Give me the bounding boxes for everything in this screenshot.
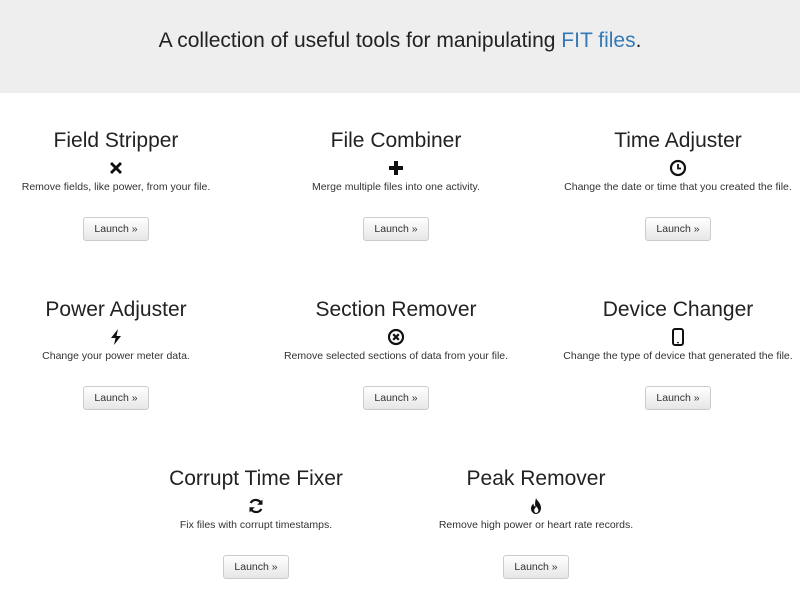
hero-banner: A collection of useful tools for manipul… xyxy=(0,0,800,93)
launch-button-device-changer[interactable]: Launch » xyxy=(645,386,711,410)
launch-button-time-adjuster[interactable]: Launch » xyxy=(645,217,711,241)
tool-title: Power Adjuster xyxy=(45,298,187,321)
tool-peak-remover: Peak Remover Remove high power or heart … xyxy=(420,466,652,579)
lightning-icon xyxy=(107,328,125,346)
tool-description: Merge multiple files into one activity. xyxy=(312,181,480,193)
tool-title: Field Stripper xyxy=(53,129,179,152)
refresh-icon xyxy=(247,497,265,515)
tool-time-adjuster: Time Adjuster Change the date or time th… xyxy=(560,128,796,241)
circle-x-icon xyxy=(387,328,405,346)
launch-button-field-stripper[interactable]: Launch » xyxy=(83,217,149,241)
tool-title: Device Changer xyxy=(602,298,754,321)
tool-title: File Combiner xyxy=(330,129,462,152)
tool-title: Corrupt Time Fixer xyxy=(169,467,343,490)
tool-description: Change the type of device that generated… xyxy=(563,350,793,362)
tool-description: Fix files with corrupt timestamps. xyxy=(179,519,333,531)
hero-suffix: . xyxy=(635,29,642,52)
tool-title: Time Adjuster xyxy=(614,129,742,152)
tool-description: Remove fields, like power, from your fil… xyxy=(21,181,211,193)
tool-power-adjuster: Power Adjuster Change your power meter d… xyxy=(0,297,232,410)
hero-tagline: A collection of useful tools for manipul… xyxy=(0,27,800,55)
tool-file-combiner: File Combiner Merge multiple files into … xyxy=(280,128,512,241)
hero-text: A collection of useful tools for manipul… xyxy=(158,29,562,52)
phone-icon xyxy=(669,328,687,346)
clock-icon xyxy=(669,159,687,177)
remove-x-icon xyxy=(107,159,125,177)
tool-corrupt-time-fixer: Corrupt Time Fixer Fix files with corrup… xyxy=(140,466,372,579)
fire-icon xyxy=(527,497,545,515)
launch-button-power-adjuster[interactable]: Launch » xyxy=(83,386,149,410)
tool-description: Remove selected sections of data from yo… xyxy=(283,350,509,362)
tool-description: Remove high power or heart rate records. xyxy=(438,519,634,531)
launch-button-corrupt-time-fixer[interactable]: Launch » xyxy=(223,555,289,579)
tool-description: Change your power meter data. xyxy=(42,350,190,362)
launch-button-section-remover[interactable]: Launch » xyxy=(363,386,429,410)
plus-icon xyxy=(387,159,405,177)
tool-device-changer: Device Changer Change the type of device… xyxy=(560,297,796,410)
tool-title: Section Remover xyxy=(315,298,477,321)
tool-title: Peak Remover xyxy=(466,467,606,490)
tool-field-stripper: Field Stripper Remove fields, like power… xyxy=(0,128,232,241)
fit-files-link[interactable]: FIT files xyxy=(561,29,635,52)
launch-button-file-combiner[interactable]: Launch » xyxy=(363,217,429,241)
launch-button-peak-remover[interactable]: Launch » xyxy=(503,555,569,579)
tool-section-remover: Section Remover Remove selected sections… xyxy=(280,297,512,410)
tool-description: Change the date or time that you created… xyxy=(564,181,792,193)
